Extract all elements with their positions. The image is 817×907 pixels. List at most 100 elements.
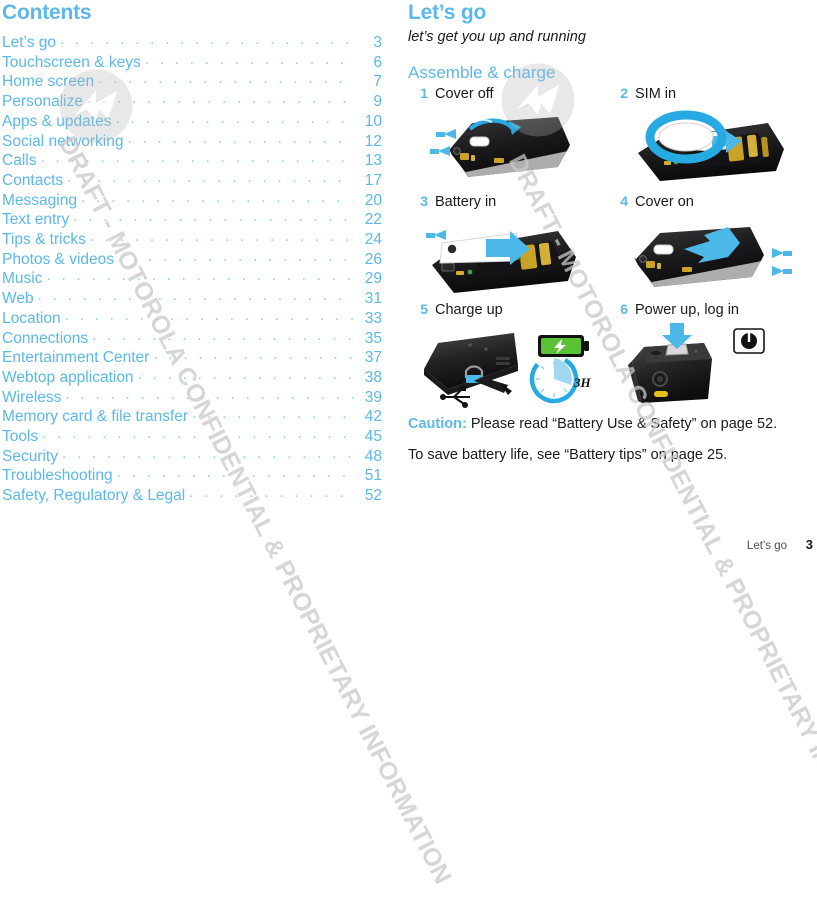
toc-entry-page: 45	[364, 428, 382, 446]
toc-leader-dots: . . . . . . . . . . . . . . . . . . . . …	[137, 365, 353, 383]
manual-page: Contents Let’s go. . . . . . . . . . . .…	[0, 0, 817, 906]
footer-chapter-name: Let’s go	[746, 540, 787, 552]
phone-sim-insert-icon	[638, 110, 784, 181]
table-of-contents: Let’s go. . . . . . . . . . . . . . . . …	[2, 31, 382, 506]
step-5-header: 5 Charge up	[408, 301, 608, 321]
toc-leader-dots: . . . . . . . . . . . . . . . . . . . . …	[116, 464, 353, 482]
toc-entry-label: Text entry	[2, 211, 70, 229]
phone-usb-charge-icon: 3H	[424, 333, 592, 408]
step-3-label: Battery in	[435, 194, 497, 210]
toc-entry-label: Security	[2, 447, 58, 465]
toc-entry-page: 29	[364, 270, 382, 288]
step-3: 3 Battery in	[408, 193, 608, 301]
toc-entry-page: 33	[364, 309, 382, 327]
chapter-column: Let’s go let’s get you up and running As…	[408, 0, 808, 464]
toc-leader-dots: . . . . . . . . . . . . . . . . . . . . …	[64, 306, 353, 324]
phone-power-button-icon	[628, 323, 765, 403]
toc-entry-label: Wireless	[2, 388, 62, 406]
caution-note: Caution: Please read “Battery Use & Safe…	[408, 415, 780, 434]
step-1-number: 1	[420, 85, 428, 101]
page-title: Contents	[2, 1, 92, 24]
toc-entry-page: 22	[364, 211, 382, 229]
phone-back-cover-off-icon	[430, 117, 570, 177]
step-5: 5 Charge up 3H	[408, 301, 608, 409]
toc-leader-dots: . . . . . . . . . . . . . . . . . . . . …	[189, 484, 353, 502]
step-3-illustration	[408, 213, 608, 301]
toc-entry-page: 24	[364, 231, 382, 249]
toc-entry-label: Apps & updates	[2, 112, 112, 130]
toc-entry-page: 17	[364, 171, 382, 189]
phone-back-cover-on-icon	[634, 227, 792, 287]
toc-entry-label: Troubleshooting	[2, 467, 113, 485]
step-4-label: Cover on	[635, 194, 694, 210]
toc-leader-dots: . . . . . . . . . . . . . . . . . . . . …	[89, 228, 353, 246]
step-4-header: 4 Cover on	[608, 193, 808, 213]
toc-leader-dots: . . . . . . . . . . . . . . . . . . . . …	[87, 90, 353, 108]
toc-entry-label: Safety, Regulatory & Legal	[2, 487, 186, 505]
toc-entry-page: 51	[364, 467, 382, 485]
step-5-number: 5	[420, 301, 428, 317]
contents-column: Contents Let’s go. . . . . . . . . . . .…	[2, 0, 382, 506]
toc-leader-dots: . . . . . . . . . . . . . . . . . . . . …	[73, 208, 353, 226]
step-1-label: Cover off	[435, 86, 494, 102]
toc-leader-dots: . . . . . . . . . . . . . . . . . . . . …	[80, 188, 353, 206]
toc-entry-label: Location	[2, 309, 61, 327]
toc-entry-label: Tips & tricks	[2, 231, 86, 249]
step-1-illustration	[408, 105, 608, 193]
toc-leader-dots: . . . . . . . . . . . . . . . . . . . . …	[62, 444, 353, 462]
step-6-illustration	[608, 321, 808, 409]
toc-leader-dots: . . . . . . . . . . . . . . . . . . . . …	[65, 385, 353, 403]
toc-entry-page: 52	[364, 487, 382, 505]
toc-entry-page: 38	[364, 368, 382, 386]
chapter-subtitle: let’s get you up and running	[408, 29, 586, 45]
toc-leader-dots: . . . . . . . . . . . . . . . . . . . . …	[118, 247, 353, 265]
footer-page-number: 3	[805, 537, 813, 552]
toc-entry-label: Contacts	[2, 171, 64, 189]
toc-entry-label: Connections	[2, 329, 89, 347]
step-6: 6 Power up, log in	[608, 301, 808, 409]
caution-label: Caution:	[408, 416, 467, 432]
toc-leader-dots: . . . . . . . . . . . . . . . . . . . . …	[153, 346, 353, 364]
toc-leader-dots: . . . . . . . . . . . . . . . . . . . . …	[192, 405, 353, 423]
toc-entry-label: Calls	[2, 152, 37, 170]
step-2-label: SIM in	[635, 86, 677, 102]
step-5-label: Charge up	[435, 302, 503, 318]
toc-entry-page: 9	[373, 93, 382, 111]
toc-entry-page: 6	[373, 53, 382, 71]
step-6-label: Power up, log in	[635, 302, 739, 318]
toc-entry-page: 20	[364, 191, 382, 209]
section-title: Assemble & charge	[408, 63, 556, 82]
toc-entry-label: Messaging	[2, 191, 77, 209]
toc-leader-dots: . . . . . . . . . . . . . . . . . . . . …	[144, 50, 353, 68]
toc-entry[interactable]: Safety, Regulatory & Legal. . . . . . . …	[2, 484, 382, 506]
toc-entry-page: 10	[364, 112, 382, 130]
toc-entry-page: 39	[364, 388, 382, 406]
step-2-number: 2	[620, 85, 628, 101]
step-2: 2 SIM in	[608, 85, 808, 193]
toc-entry-page: 48	[364, 447, 382, 465]
toc-entry-page: 26	[364, 250, 382, 268]
toc-entry-page: 7	[373, 73, 382, 91]
chapter-title: Let’s go	[408, 1, 487, 24]
toc-entry-page: 3	[373, 34, 382, 51]
step-4-illustration	[608, 213, 808, 301]
toc-leader-dots: . . . . . . . . . . . . . . . . . . . . …	[40, 149, 353, 167]
toc-entry-label: Home screen	[2, 73, 95, 91]
step-3-number: 3	[420, 193, 428, 209]
step-2-illustration	[608, 105, 808, 193]
battery-tip-note: To save battery life, see “Battery tips”…	[408, 446, 728, 463]
step-6-header: 6 Power up, log in	[608, 301, 808, 321]
step-1: 1 Cover off	[408, 85, 608, 193]
toc-entry-page: 35	[364, 329, 382, 347]
toc-entry-page: 12	[364, 132, 382, 150]
toc-entry-page: 42	[364, 408, 382, 426]
toc-entry-label: Music	[2, 270, 43, 288]
phone-battery-insert-icon	[426, 230, 576, 293]
toc-leader-dots: . . . . . . . . . . . . . . . . . . . . …	[115, 109, 353, 127]
toc-leader-dots: . . . . . . . . . . . . . . . . . . . . …	[92, 326, 353, 344]
toc-leader-dots: . . . . . . . . . . . . . . . . . . . . …	[60, 31, 353, 48]
toc-leader-dots: . . . . . . . . . . . . . . . . . . . . …	[127, 129, 353, 147]
toc-leader-dots: . . . . . . . . . . . . . . . . . . . . …	[42, 425, 353, 443]
toc-entry-page: 31	[364, 290, 382, 308]
toc-entry-page: 37	[364, 349, 382, 367]
